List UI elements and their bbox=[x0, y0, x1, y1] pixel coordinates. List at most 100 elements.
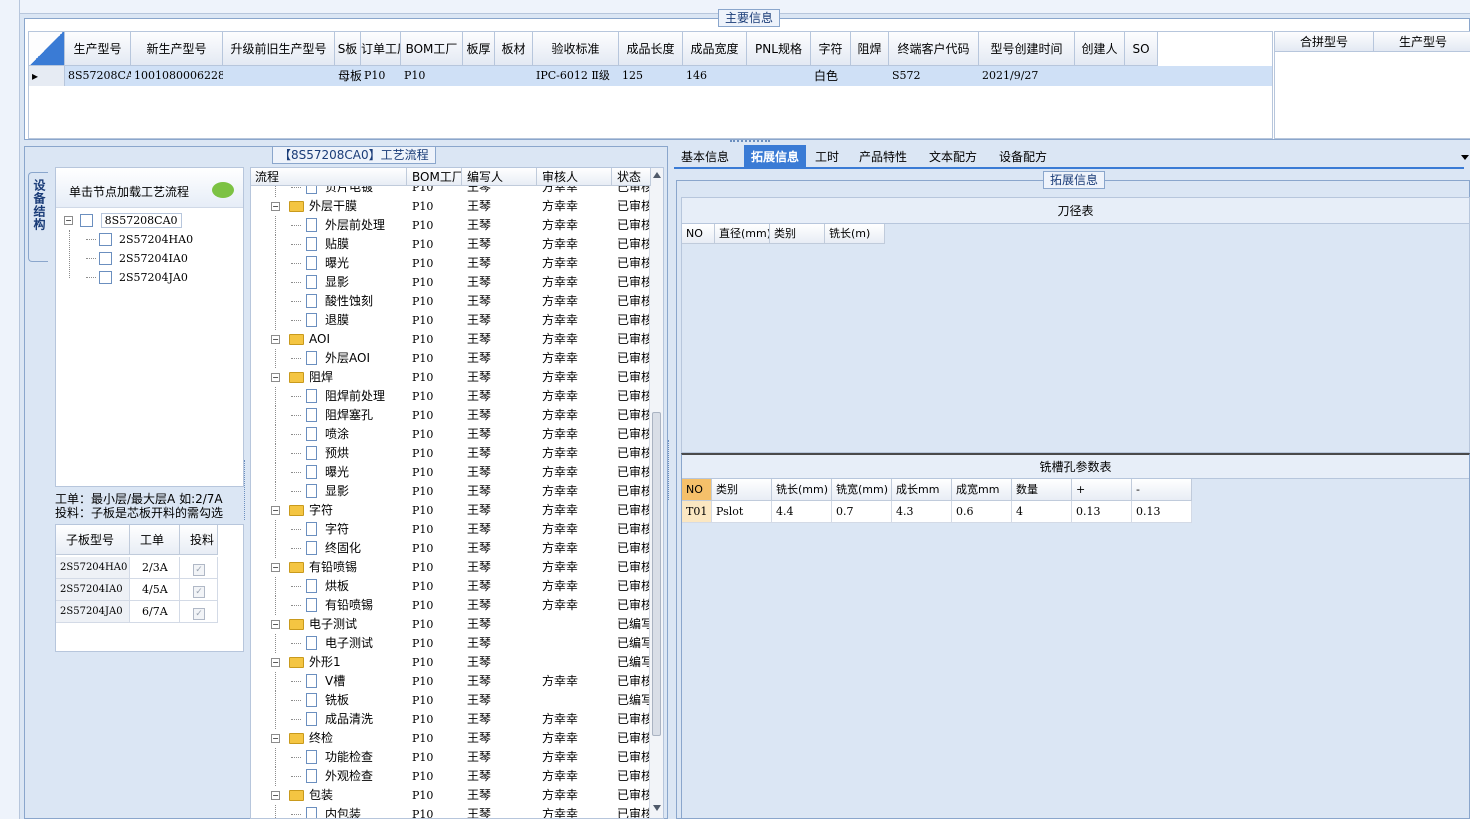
process-author[interactable]: 王琴 bbox=[467, 349, 541, 368]
process-bom[interactable]: P10 bbox=[412, 748, 466, 767]
column-header[interactable]: 类别 bbox=[770, 224, 825, 244]
process-bom[interactable]: P10 bbox=[412, 330, 466, 349]
column-header[interactable]: - bbox=[1132, 479, 1192, 501]
main-grid-row[interactable]: ▸8S57208CA010010800062289母板P10P10IPC-601… bbox=[29, 66, 1272, 86]
process-name[interactable]: 电子测试 bbox=[309, 615, 357, 634]
process-name[interactable]: 退膜 bbox=[325, 311, 349, 330]
process-reviewer[interactable]: 方幸幸 bbox=[542, 235, 616, 254]
process-scrollbar[interactable] bbox=[649, 168, 663, 818]
process-name[interactable]: 有铅喷锡 bbox=[309, 558, 357, 577]
process-author[interactable]: 王琴 bbox=[467, 748, 541, 767]
process-row[interactable]: 外层前处理 P10王琴方幸幸已审核 bbox=[251, 216, 651, 235]
column-header[interactable]: 成品长度 bbox=[619, 32, 683, 66]
process-reviewer[interactable]: 方幸幸 bbox=[542, 463, 616, 482]
process-name[interactable]: 电子测试 bbox=[325, 634, 373, 653]
process-name[interactable]: 终检 bbox=[309, 729, 333, 748]
process-bom[interactable]: P10 bbox=[412, 615, 466, 634]
process-status[interactable]: 已编写 bbox=[617, 634, 649, 653]
process-bom[interactable]: P10 bbox=[412, 387, 466, 406]
process-name[interactable]: 阻焊塞孔 bbox=[325, 406, 373, 425]
process-reviewer[interactable]: 方幸幸 bbox=[542, 558, 616, 577]
process-reviewer[interactable]: 方幸幸 bbox=[542, 311, 616, 330]
column-header[interactable]: 成品宽度 bbox=[683, 32, 747, 66]
column-header[interactable]: 编写人 bbox=[463, 168, 537, 186]
process-reviewer[interactable]: 方幸幸 bbox=[542, 482, 616, 501]
scroll-up-icon[interactable] bbox=[653, 172, 661, 178]
scroll-thumb[interactable] bbox=[652, 412, 661, 736]
process-reviewer[interactable]: 方幸幸 bbox=[542, 786, 616, 805]
column-header[interactable]: 类别 bbox=[712, 479, 772, 501]
checkbox-icon[interactable] bbox=[79, 214, 93, 227]
process-status[interactable]: 已审核 bbox=[617, 558, 649, 577]
slot-cell[interactable]: 0.13 bbox=[1072, 501, 1132, 523]
process-reviewer[interactable]: 方幸幸 bbox=[542, 710, 616, 729]
process-row[interactable]: 显影 P10王琴方幸幸已审核 bbox=[251, 482, 651, 501]
process-bom[interactable]: P10 bbox=[412, 672, 466, 691]
process-name[interactable]: 字符 bbox=[309, 501, 333, 520]
process-row[interactable]: 贴膜 P10王琴方幸幸已审核 bbox=[251, 235, 651, 254]
process-status[interactable]: 已编写 bbox=[617, 615, 649, 634]
collapse-icon[interactable]: − bbox=[271, 373, 280, 382]
process-author[interactable]: 王琴 bbox=[467, 710, 541, 729]
splitter-grip-top[interactable] bbox=[730, 140, 770, 144]
process-name[interactable]: 成品清洗 bbox=[325, 710, 373, 729]
process-name[interactable]: 贴膜 bbox=[325, 235, 349, 254]
process-author[interactable]: 王琴 bbox=[467, 463, 541, 482]
process-status[interactable]: 已审核 bbox=[617, 786, 649, 805]
process-author[interactable]: 王琴 bbox=[467, 501, 541, 520]
process-status[interactable]: 已审核 bbox=[617, 368, 649, 387]
process-author[interactable]: 王琴 bbox=[467, 273, 541, 292]
collapse-icon[interactable]: − bbox=[271, 202, 280, 211]
column-header[interactable]: NO bbox=[682, 224, 715, 244]
process-bom[interactable]: P10 bbox=[412, 653, 466, 672]
column-header[interactable]: 终端客户代码 bbox=[889, 32, 979, 66]
tab-1[interactable]: 拓展信息 bbox=[744, 145, 807, 169]
process-status[interactable]: 已审核 bbox=[617, 482, 649, 501]
process-row[interactable]: 内包装 P10王琴方幸幸已审核 bbox=[251, 805, 651, 818]
process-status[interactable]: 已审核 bbox=[617, 539, 649, 558]
tab-dropdown-icon[interactable] bbox=[1461, 155, 1469, 160]
process-author[interactable]: 王琴 bbox=[467, 672, 541, 691]
process-reviewer[interactable]: 方幸幸 bbox=[542, 596, 616, 615]
slot-cell[interactable]: 0.7 bbox=[832, 501, 892, 523]
grid-cell[interactable]: S572 bbox=[889, 66, 979, 86]
process-author[interactable]: 王琴 bbox=[467, 330, 541, 349]
process-status[interactable]: 已审核 bbox=[617, 767, 649, 786]
slot-cell[interactable]: 4.3 bbox=[892, 501, 952, 523]
process-row[interactable]: 显影 P10王琴方幸幸已审核 bbox=[251, 273, 651, 292]
process-author[interactable]: 王琴 bbox=[467, 292, 541, 311]
process-author[interactable]: 王琴 bbox=[467, 729, 541, 748]
process-name[interactable]: 显影 bbox=[325, 482, 349, 501]
column-header[interactable]: 审核人 bbox=[538, 168, 612, 186]
grid-cell[interactable]: P10 bbox=[401, 66, 463, 86]
process-author[interactable]: 王琴 bbox=[467, 235, 541, 254]
process-author[interactable]: 王琴 bbox=[467, 691, 541, 710]
process-author[interactable]: 王琴 bbox=[467, 444, 541, 463]
process-name[interactable]: 终固化 bbox=[325, 539, 361, 558]
process-reviewer[interactable]: 方幸幸 bbox=[542, 729, 616, 748]
process-bom[interactable]: P10 bbox=[412, 558, 466, 577]
process-author[interactable]: 王琴 bbox=[467, 216, 541, 235]
collapse-icon[interactable]: − bbox=[271, 620, 280, 629]
process-status[interactable]: 已审核 bbox=[617, 330, 649, 349]
tab-4[interactable]: 文本配方 bbox=[922, 145, 984, 169]
process-status[interactable]: 已审核 bbox=[617, 311, 649, 330]
column-header[interactable]: 生产型号 bbox=[1374, 32, 1470, 52]
process-status[interactable]: 已审核 bbox=[617, 729, 649, 748]
process-status[interactable]: 已审核 bbox=[617, 710, 649, 729]
process-name[interactable]: 字符 bbox=[325, 520, 349, 539]
tab-2[interactable]: 工时 bbox=[808, 145, 846, 169]
process-author[interactable]: 王琴 bbox=[467, 406, 541, 425]
process-row[interactable]: − 外形1 P10王琴 已编写 bbox=[251, 653, 651, 672]
process-bom[interactable]: P10 bbox=[412, 786, 466, 805]
process-name[interactable]: 外形1 bbox=[309, 653, 341, 672]
process-status[interactable]: 已审核 bbox=[617, 748, 649, 767]
scroll-down-icon[interactable] bbox=[653, 805, 661, 811]
process-reviewer[interactable]: 方幸幸 bbox=[542, 349, 616, 368]
process-name[interactable]: 预烘 bbox=[325, 444, 349, 463]
grid-cell[interactable]: P10 bbox=[361, 66, 401, 86]
process-row[interactable]: − AOI P10王琴方幸幸已审核 bbox=[251, 330, 651, 349]
process-bom[interactable]: P10 bbox=[412, 482, 466, 501]
process-reviewer[interactable]: 方幸幸 bbox=[542, 444, 616, 463]
process-name[interactable]: 外观检查 bbox=[325, 767, 373, 786]
